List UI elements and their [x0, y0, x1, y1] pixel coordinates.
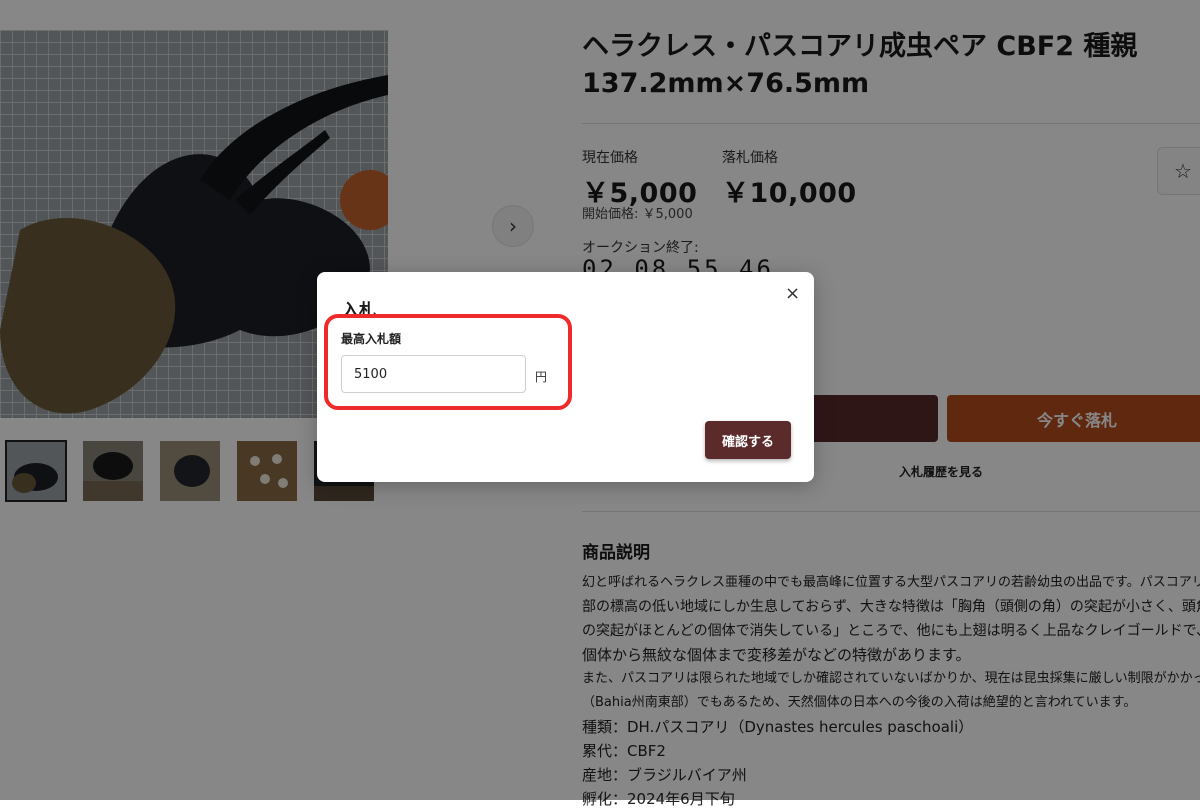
max-bid-label: 最高入札額 — [341, 332, 402, 346]
currency-unit: 円 — [535, 370, 548, 384]
close-icon[interactable]: × — [785, 285, 800, 303]
modal-title: 入札 — [342, 301, 376, 321]
max-bid-input[interactable] — [341, 355, 526, 393]
confirm-button[interactable]: 確認する — [705, 421, 791, 459]
bid-modal: 入札 × 最高入札額 円 確認する — [317, 272, 814, 482]
